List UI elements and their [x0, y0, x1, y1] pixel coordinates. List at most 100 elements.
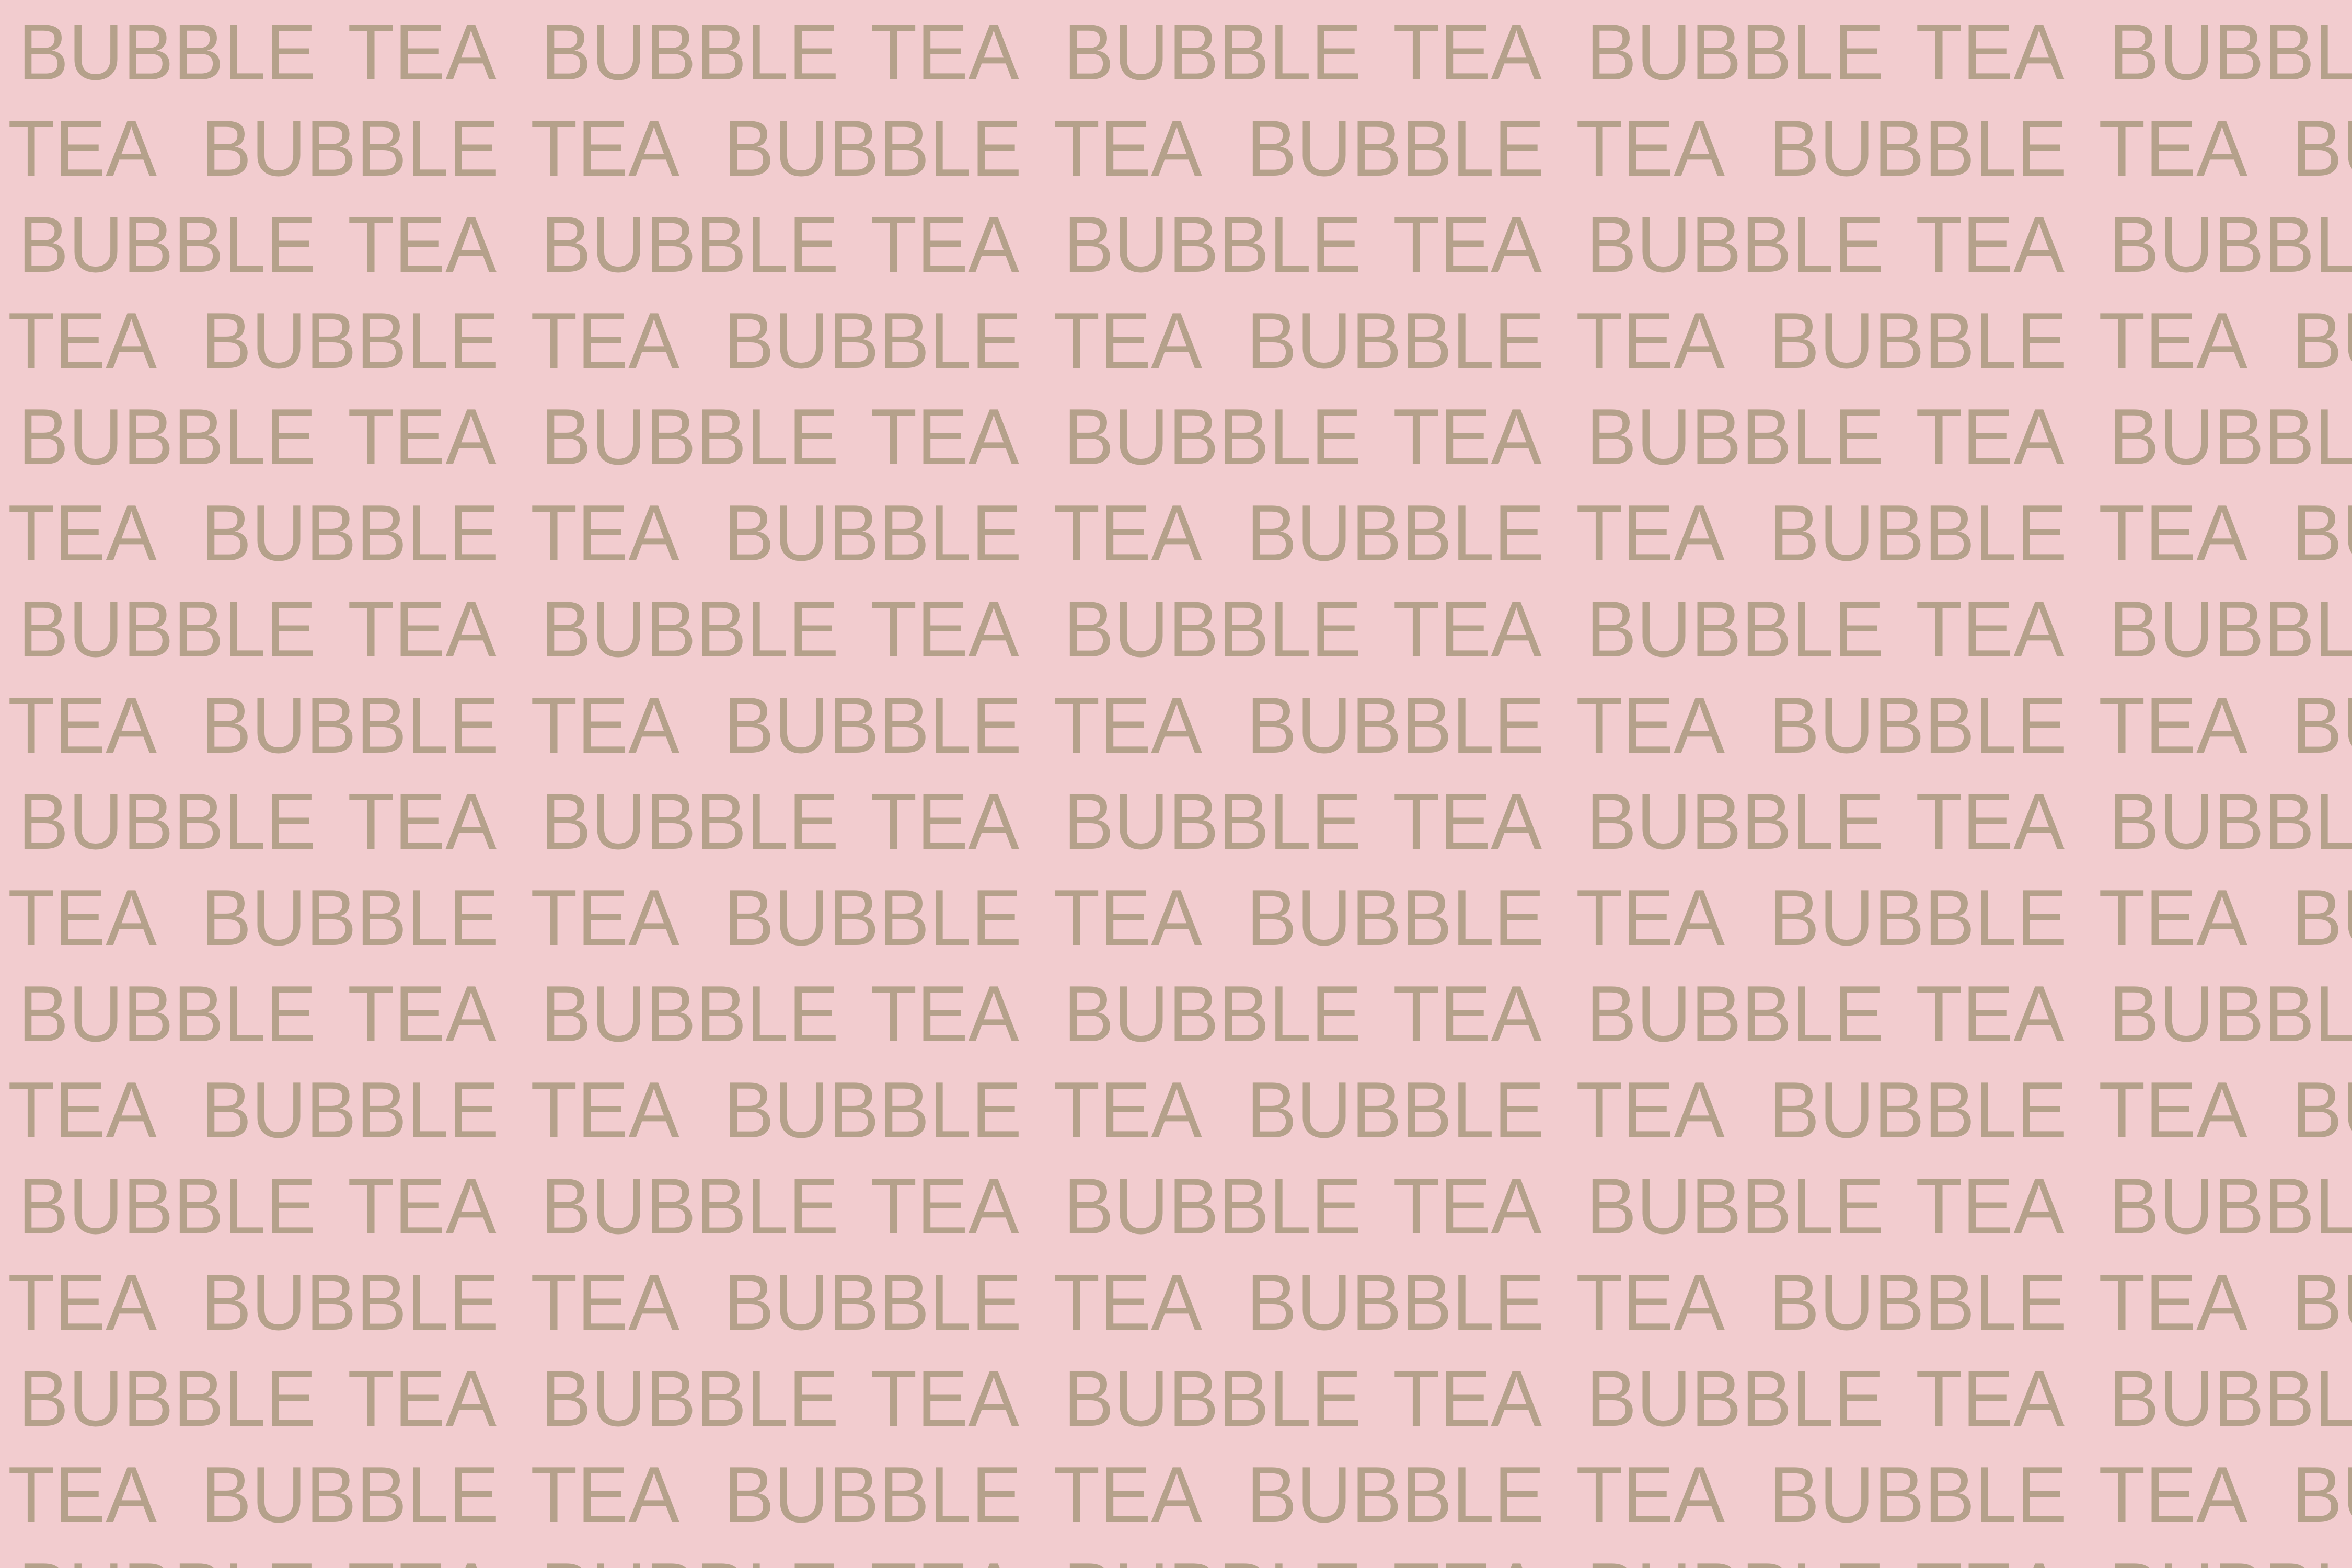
- pattern-row: TEA BUBBLE TEA BUBBLE TEA BUBBLE TEA BUBBLE TEA B…: [0, 100, 2352, 197]
- tea-word: TEA: [1916, 970, 2065, 1058]
- bubble-word: BUBBLE: [541, 1543, 839, 1568]
- pattern-row: TEA BUBBLE TEA BUBBLE TEA BUBBLE TEA BUBBLE TEA B…: [0, 485, 2352, 581]
- tea-word: TEA: [531, 104, 679, 193]
- pattern-row: TEA BUBBLE TEA BUBBLE TEA BUBBLE TEA BUBBLE TEA B…: [0, 677, 2352, 774]
- bubble-word: BUBBLE: [541, 393, 839, 481]
- bubble-word: BUBBLE: [724, 681, 1022, 770]
- tea-word: TEA: [870, 585, 1019, 674]
- tea-word: TEA: [8, 489, 157, 578]
- bubble-word: BUBBLE: [1247, 1066, 1544, 1155]
- tea-word: TEA: [1053, 1450, 1202, 1539]
- tea-word: TEA: [531, 1066, 679, 1155]
- bubble-word: BUBBLE: [1586, 393, 1884, 481]
- tea-word: TEA: [348, 1543, 497, 1568]
- bubble-word: BUBBLE: [2292, 1450, 2352, 1539]
- tea-word: TEA: [8, 1450, 157, 1539]
- bubble-word: BUBBLE: [18, 970, 316, 1058]
- tea-word: TEA: [531, 489, 679, 578]
- tea-word: TEA: [8, 104, 157, 193]
- pattern-row: TEA BUBBLE TEA BUBBLE TEA BUBBLE TEA BUBBLE TEA B…: [0, 870, 2352, 966]
- bubble-word: BUBBLE: [1247, 1258, 1544, 1347]
- pattern-row: TEA BUBBLE TEA BUBBLE TEA BUBBLE TEA BUBBLE TEA B…: [0, 1447, 2352, 1543]
- bubble-word: BUBBLE: [201, 1258, 499, 1347]
- tea-word: TEA: [1916, 200, 2065, 289]
- tea-word: TEA: [1576, 489, 1725, 578]
- bubble-word: BUBBLE: [201, 681, 499, 770]
- tea-word: TEA: [1916, 1543, 2065, 1568]
- pattern-row: BUBBLE TEA BUBBLE TEA BUBBLE TEA BUBBLE TEA BUBB…: [0, 389, 2352, 485]
- tea-word: TEA: [1576, 296, 1725, 385]
- tea-word: TEA: [1916, 1354, 2065, 1443]
- bubble-word: BUBBLE: [1064, 970, 1362, 1058]
- bubble-word: BUBBLE: [201, 104, 499, 193]
- bubble-word: BUBBLE: [724, 1450, 1022, 1539]
- bubble-word: BUBBLE: [2109, 1543, 2352, 1568]
- bubble-word: BUBBLE: [1586, 200, 1884, 289]
- tea-word: TEA: [870, 200, 1019, 289]
- tea-word: TEA: [1576, 681, 1725, 770]
- bubble-word: BUBBLE: [1064, 1162, 1362, 1251]
- bubble-word: BUBBLE: [541, 1354, 839, 1443]
- tea-word: TEA: [348, 1162, 497, 1251]
- bubble-word: BUBBLE: [1064, 200, 1362, 289]
- bubble-word: BUBBLE: [1769, 681, 2067, 770]
- tea-word: TEA: [348, 200, 497, 289]
- bubble-word: BUBBLE: [1586, 777, 1884, 866]
- bubble-word: BUBBLE: [201, 1450, 499, 1539]
- tea-word: TEA: [870, 777, 1019, 866]
- tea-word: TEA: [1576, 1450, 1725, 1539]
- tea-word: TEA: [8, 873, 157, 962]
- tea-word: TEA: [2099, 873, 2247, 962]
- pattern-row: BUBBLE TEA BUBBLE TEA BUBBLE TEA BUBBLE TEA BUBB…: [0, 774, 2352, 870]
- tea-word: TEA: [8, 296, 157, 385]
- bubble-word: BUBBLE: [2292, 681, 2352, 770]
- bubble-word: BUBBLE: [1586, 1354, 1884, 1443]
- pattern-row: BUBBLE TEA BUBBLE TEA BUBBLE TEA BUBBLE TEA BUBB…: [0, 1351, 2352, 1447]
- tea-word: TEA: [8, 681, 157, 770]
- bubble-word: BUBBLE: [1247, 1450, 1544, 1539]
- tea-word: TEA: [1053, 681, 1202, 770]
- bubble-word: BUBBLE: [18, 200, 316, 289]
- tea-word: TEA: [2099, 489, 2247, 578]
- tea-word: TEA: [8, 1066, 157, 1155]
- tea-word: TEA: [1053, 1066, 1202, 1155]
- tea-word: TEA: [1393, 1162, 1542, 1251]
- pattern-row: TEA BUBBLE TEA BUBBLE TEA BUBBLE TEA BUBBLE TEA B…: [0, 1062, 2352, 1158]
- tea-word: TEA: [870, 1543, 1019, 1568]
- bubble-word: BUBBLE: [2109, 970, 2352, 1058]
- tea-word: TEA: [531, 296, 679, 385]
- bubble-word: BUBBLE: [541, 8, 839, 97]
- bubble-word: BUBBLE: [724, 1066, 1022, 1155]
- tea-word: TEA: [1393, 1354, 1542, 1443]
- tea-word: TEA: [348, 8, 497, 97]
- tea-word: TEA: [1053, 873, 1202, 962]
- pattern-row: BUBBLE TEA BUBBLE TEA BUBBLE TEA BUBBLE TEA BUBB…: [0, 581, 2352, 677]
- pattern-row: BUBBLE TEA BUBBLE TEA BUBBLE TEA BUBBLE TEA BUBB…: [0, 966, 2352, 1062]
- bubble-word: BUBBLE: [724, 1258, 1022, 1347]
- tea-word: TEA: [348, 777, 497, 866]
- tea-word: TEA: [8, 1258, 157, 1347]
- tea-word: TEA: [2099, 1450, 2247, 1539]
- bubble-word: BUBBLE: [1769, 1066, 2067, 1155]
- bubble-word: BUBBLE: [1586, 8, 1884, 97]
- bubble-word: BUBBLE: [2292, 489, 2352, 578]
- tea-word: TEA: [1393, 777, 1542, 866]
- pattern-row: BUBBLE TEA BUBBLE TEA BUBBLE TEA BUBBLE TEA BUBB…: [0, 4, 2352, 100]
- tea-word: TEA: [870, 970, 1019, 1058]
- bubble-word: BUBBLE: [541, 970, 839, 1058]
- bubble-word: BUBBLE: [201, 489, 499, 578]
- bubble-word: BUBBLE: [201, 1066, 499, 1155]
- bubble-word: BUBBLE: [2292, 1258, 2352, 1347]
- tea-word: TEA: [1393, 200, 1542, 289]
- tea-word: TEA: [1393, 393, 1542, 481]
- bubble-word: BUBBLE: [2109, 777, 2352, 866]
- bubble-word: BUBBLE: [2292, 104, 2352, 193]
- tea-word: TEA: [870, 8, 1019, 97]
- bubble-word: BUBBLE: [2109, 585, 2352, 674]
- tea-word: TEA: [1916, 1162, 2065, 1251]
- bubble-word: BUBBLE: [1769, 104, 2067, 193]
- bubble-word: BUBBLE: [1064, 8, 1362, 97]
- bubble-word: BUBBLE: [1064, 585, 1362, 674]
- tea-word: TEA: [1916, 777, 2065, 866]
- tea-word: TEA: [2099, 296, 2247, 385]
